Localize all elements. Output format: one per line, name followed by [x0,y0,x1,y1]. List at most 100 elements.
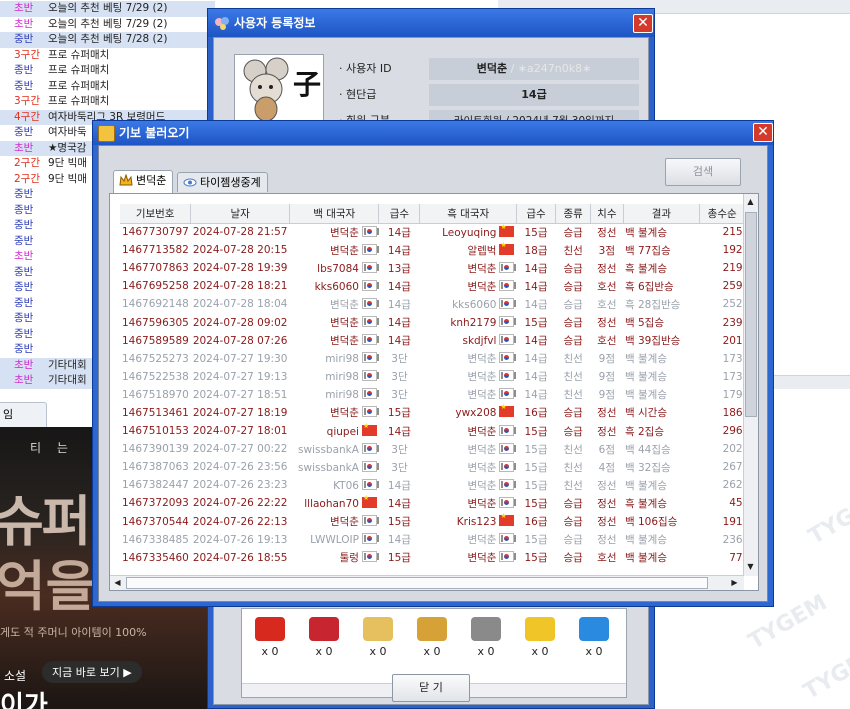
column-header[interactable]: 결과 [623,204,701,224]
white-rank-cell-text: 15급 [387,552,411,565]
list-item-level: 3구간 [14,48,41,61]
table-row[interactable]: 1467692148 2024-07-28 18:04 변덕춘 14급 kks6060 1… [120,295,758,313]
inventory-item[interactable]: x 0 [358,617,398,658]
white-player-cell: 변덕춘 [289,295,379,313]
inventory-item[interactable]: x 0 [466,617,506,658]
record-id-cell-text: 1467692148 [122,298,189,311]
scroll-left-icon[interactable]: ◀ [111,576,124,589]
banner-cta-button[interactable]: 지금 바로 보기 ▶ [42,661,142,683]
scroll-right-icon[interactable]: ▶ [728,576,741,589]
table-row[interactable]: 1467522538 2024-07-27 19:13 miri98 3단 변덕춘 14급… [120,368,758,386]
list-item[interactable]: 중반 프로 슈퍼매치 [0,79,215,95]
table-row[interactable]: 14673705442024-07-26 22:13 변덕춘 15급 Kris123 1… [120,513,758,531]
inventory-item[interactable]: x 0 [250,617,290,658]
black-rank-cell-text: 15급 [524,443,548,456]
white-player-cell: kks6060 [289,277,379,295]
white-player-cell-text: qiupei [326,425,359,438]
handicap-cell-text: 호선 [597,335,617,348]
table-row[interactable]: 1467518970 2024-07-27 18:51 miri98 3단 변덕춘 14급… [120,386,758,404]
record-id-cell: 1467730797 [120,223,191,241]
column-header[interactable]: 기보번호 [120,204,192,224]
list-item-level: 4구간 [14,110,41,123]
korea-flag-icon [361,442,379,454]
list-item-title: 오늘의 추천 베팅 7/29 (2) [48,2,168,14]
black-player-cell-text: Kris123 [456,516,497,529]
table-row[interactable]: 1467695258 2024-07-28 18:21 kks6060 14급 변덕춘 1… [120,277,758,295]
user-info-titlebar[interactable]: 사용자 등록정보 [208,9,654,37]
horizontal-scrollbar[interactable]: ◀ ▶ [110,575,744,590]
korea-flag-icon [361,460,379,472]
china-flag-icon [499,223,515,237]
tab-tygem-live[interactable]: 타이젬생중계 [177,172,268,192]
table-row[interactable]: 1467335460 2024-07-26 18:55 툴렁 15급 변덕춘 15급 승급 호… [120,549,758,567]
list-item[interactable]: 3구간 프로 슈퍼매치 [0,94,215,110]
record-id-cell-text: 1467513461 [122,406,189,419]
inventory-item[interactable]: x 0 [412,617,452,658]
table-row[interactable]: 1467390139 2024-07-27 00:22 swissbankA 3단 변덕… [120,440,758,458]
search-button[interactable]: 검색 [665,158,741,186]
result-cell-text: 백 시간승 [625,407,667,420]
list-item[interactable]: 종반 프로 슈퍼매치 [0,63,215,79]
list-item-title: 9단 빅매 [48,172,87,185]
white-rank-cell: 15급 [379,549,420,567]
table-row[interactable]: 1467338485 2024-07-26 19:13 LWWLOIP 14급 변덕춘 1… [120,531,758,549]
table-row[interactable]: 14673720932024-07-26 22:22 lllaohan70 14급 변… [120,494,758,512]
table-row[interactable]: 1467596305 2024-07-28 09:02 변덕춘 14급 knh2179 1… [120,313,758,331]
game-record-list[interactable]: 기보번호날자백 대국자급수흑 대국자급수종류치수결과총수순대 146773079… [109,193,759,591]
load-window-titlebar[interactable]: 기보 불러오기 [93,121,773,145]
vertical-scrollbar[interactable]: ▲ ▼ [743,194,758,576]
close-button[interactable]: 닫 기 [392,674,470,702]
table-row[interactable]: 1467525273 2024-07-27 19:30 miri98 3단 변덕춘 14급… [120,350,758,368]
load-window-close-icon[interactable]: ✕ [753,123,773,142]
record-id-cell-text: 1467713582 [122,244,189,257]
table-row[interactable]: 1467382447 2024-07-26 23:23 KT06 14급 변덕춘 15급 친… [120,476,758,494]
column-header[interactable]: 치수 [590,204,624,224]
black-rank-cell: 15급 [516,494,555,512]
column-header[interactable]: 흑 대국자 [419,204,517,224]
white-rank-cell-text: 13급 [387,262,411,275]
list-item[interactable]: 초반 오늘의 추천 베팅 7/29 (2) [0,1,215,17]
result-cell: 백 106집승 [623,513,700,531]
table-row[interactable]: 1467730797 2024-07-28 21:57 변덕춘 14급 Leoyuqin… [120,223,758,241]
move-count-cell-text: 192 [722,244,743,257]
column-header[interactable]: 총수순 [699,204,746,224]
list-item[interactable]: 중반 오늘의 추천 베팅 7/28 (2) [0,32,215,48]
table-row[interactable]: 1467387063 2024-07-26 23:56 swissbankA 3단 변덕… [120,458,758,476]
table-row[interactable]: 14675101532024-07-27 18:01 qiupei 14급 변덕춘 15… [120,422,758,440]
table-row[interactable]: 1467589589 2024-07-28 07:26 변덕춘 14급 skdjfvl 1… [120,332,758,350]
list-item[interactable]: 초반 오늘의 추천 베팅 7/29 (2) [0,17,215,33]
scroll-down-icon[interactable]: ▼ [744,560,757,573]
column-header[interactable]: 급수 [516,204,557,224]
handicap-cell: 9점 [591,350,623,368]
white-rank-cell: 14급 [379,277,420,295]
column-header[interactable]: 종류 [555,204,592,224]
horizontal-scroll-thumb[interactable] [126,577,708,589]
move-count-cell: 267 [700,458,745,476]
inventory-item[interactable]: x 0 [574,617,614,658]
black-player-cell-text: Leoyuqing [442,226,497,239]
result-cell: 백 불계승 [623,223,700,241]
user-info-close-icon[interactable]: ✕ [633,14,653,33]
column-header[interactable]: 백 대국자 [289,204,380,224]
black-player-cell: knh2179 [420,313,517,331]
black-rank-cell: 14급 [516,332,555,350]
vertical-scroll-thumb[interactable] [745,212,757,417]
result-cell-text: 백 불계승 [625,534,667,547]
list-item[interactable]: 3구간 프로 슈퍼매치 [0,48,215,64]
background-tab[interactable]: 임 [0,402,47,428]
column-header[interactable]: 급수 [378,204,421,224]
move-count-cell: 239 [700,313,745,331]
record-id-cell: 1467382447 [120,476,191,494]
game-type-cell-text: 승급 [563,534,583,547]
inventory-item[interactable]: x 0 [304,617,344,658]
tab-my-games[interactable]: 변덕춘 [113,170,174,193]
korea-flag-icon [361,515,379,527]
white-player-cell-text: 변덕춘 [329,317,359,330]
column-header[interactable]: 날자 [190,204,290,224]
scroll-up-icon[interactable]: ▲ [744,195,757,208]
table-row[interactable]: 14677135822024-07-28 20:15 변덕춘 14급 알렙벅 18급 친선… [120,241,758,259]
inventory-item[interactable]: x 0 [520,617,560,658]
table-row[interactable]: 1467707863 2024-07-28 19:39 lbs7084 13급 변덕춘 1… [120,259,758,277]
game-type-cell: 승급 [556,313,591,331]
table-row[interactable]: 14675134612024-07-27 18:19 변덕춘 15급 ywx208 16… [120,404,758,422]
